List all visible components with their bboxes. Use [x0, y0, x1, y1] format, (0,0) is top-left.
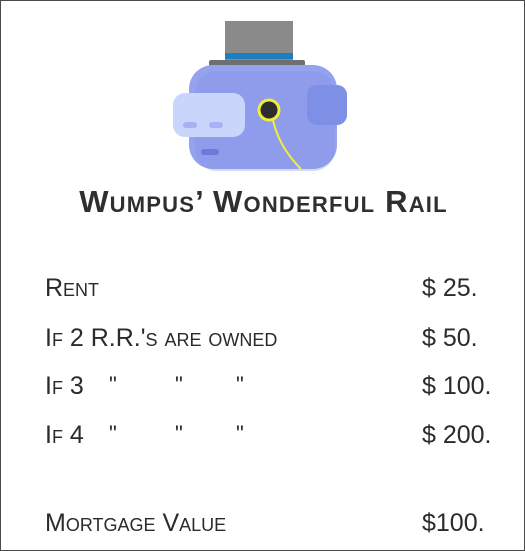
- four-owned-value: $ 200.: [422, 421, 492, 449]
- rent-label: Rent: [45, 274, 100, 302]
- monocle-icon: [257, 98, 281, 122]
- ditto-mark: ": [109, 372, 117, 397]
- mortgage-value: $100.: [422, 509, 485, 537]
- mortgage-label: Mortgage Value: [45, 509, 227, 537]
- ditto-mark: ": [236, 421, 244, 446]
- mascot-ear: [307, 85, 347, 125]
- three-owned-value: $ 100.: [422, 372, 492, 400]
- four-owned-label: If 4: [45, 421, 84, 449]
- top-hat-band: [225, 53, 293, 59]
- railroad-card: Wumpus’ Wonderful Rail Rent $ 25. If 2 R…: [0, 0, 525, 551]
- card-title: Wumpus’ Wonderful Rail: [79, 184, 448, 219]
- ditto-mark: ": [236, 372, 244, 397]
- ditto-mark: ": [109, 421, 117, 446]
- rent-value: $ 25.: [422, 274, 478, 302]
- wumpus-mascot-icon: [173, 21, 347, 171]
- ditto-mark: ": [175, 372, 183, 397]
- two-owned-label: If 2 R.R.'s are owned: [45, 324, 278, 352]
- three-owned-label: If 3: [45, 372, 84, 400]
- ditto-mark: ": [175, 421, 183, 446]
- two-owned-value: $ 50.: [422, 324, 478, 352]
- mascot-face: [173, 93, 245, 137]
